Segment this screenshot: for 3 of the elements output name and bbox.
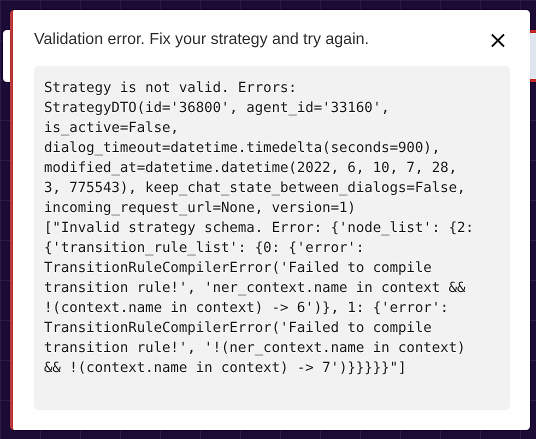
error-message: Strategy is not valid. Errors: StrategyDTO(id='36800', agent_id='33160', is_active=False, dialog_timeout=datetime.timedelta(seconds=900), modified_at=datetime.datetime(2022, 6, 10, 7, 28, 3, 775543), keep_chat_state_between_dialogs=False, incoming_request_url=None, version=1) ["Invalid strategy schema. Error: {'node_list': {2: {'transition_rule_list': {0: {'error': TransitionRuleCompilerError('Failed to compile transition rule!', 'ner_context.name in context && !(context.name in context) -> 6')}, 1: {'error': TransitionRuleCompilerError('Failed to compile transition rule!', '!(ner_context.name in context) && !(context.name in context) -> 7')}}}}}"]	[34, 66, 510, 410]
close-button[interactable]: ×	[486, 28, 510, 52]
dialog-title: Validation error. Fix your strategy and try again.	[34, 31, 369, 49]
